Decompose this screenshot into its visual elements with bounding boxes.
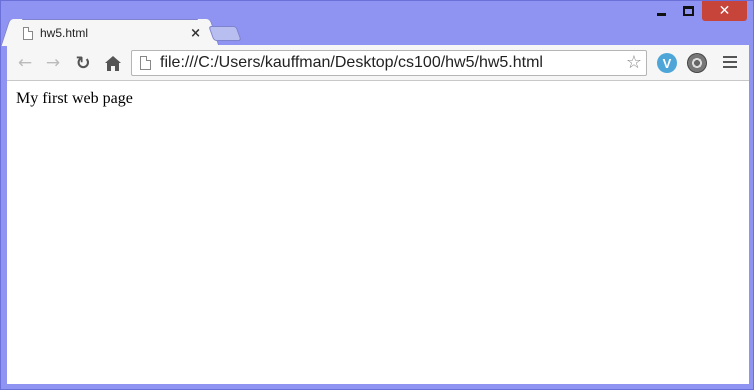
extension-v-icon[interactable]: V bbox=[657, 53, 677, 73]
menu-icon[interactable] bbox=[723, 56, 737, 70]
bookmark-star-icon[interactable]: ☆ bbox=[626, 52, 642, 73]
tab-close-icon[interactable]: × bbox=[190, 26, 201, 41]
tab-hw5[interactable]: hw5.html × bbox=[10, 19, 210, 46]
reload-icon[interactable]: ↻ bbox=[73, 53, 93, 74]
address-bar[interactable]: file:///C:/Users/kauffman/Desktop/cs100/… bbox=[131, 50, 647, 76]
page-body-text: My first web page bbox=[16, 90, 133, 107]
page-content: My first web page bbox=[7, 81, 749, 384]
tab-strip: hw5.html × bbox=[1, 15, 753, 46]
address-text[interactable]: file:///C:/Users/kauffman/Desktop/cs100/… bbox=[160, 54, 543, 72]
forward-arrow-icon[interactable]: → bbox=[43, 53, 63, 73]
film-reel-extension-icon[interactable] bbox=[687, 53, 707, 73]
back-arrow-icon[interactable]: ← bbox=[15, 53, 35, 73]
browser-toolbar: ← → ↻ file:///C:/Users/kauffman/Desktop/… bbox=[7, 45, 749, 81]
home-icon[interactable] bbox=[103, 53, 123, 73]
page-icon bbox=[23, 26, 33, 40]
browser-window: ✕ hw5.html × ← → ↻ file:///C:/Users/kauf… bbox=[0, 0, 754, 390]
new-tab-button[interactable] bbox=[208, 26, 242, 41]
tab-title: hw5.html bbox=[40, 26, 89, 40]
file-icon bbox=[140, 56, 151, 70]
